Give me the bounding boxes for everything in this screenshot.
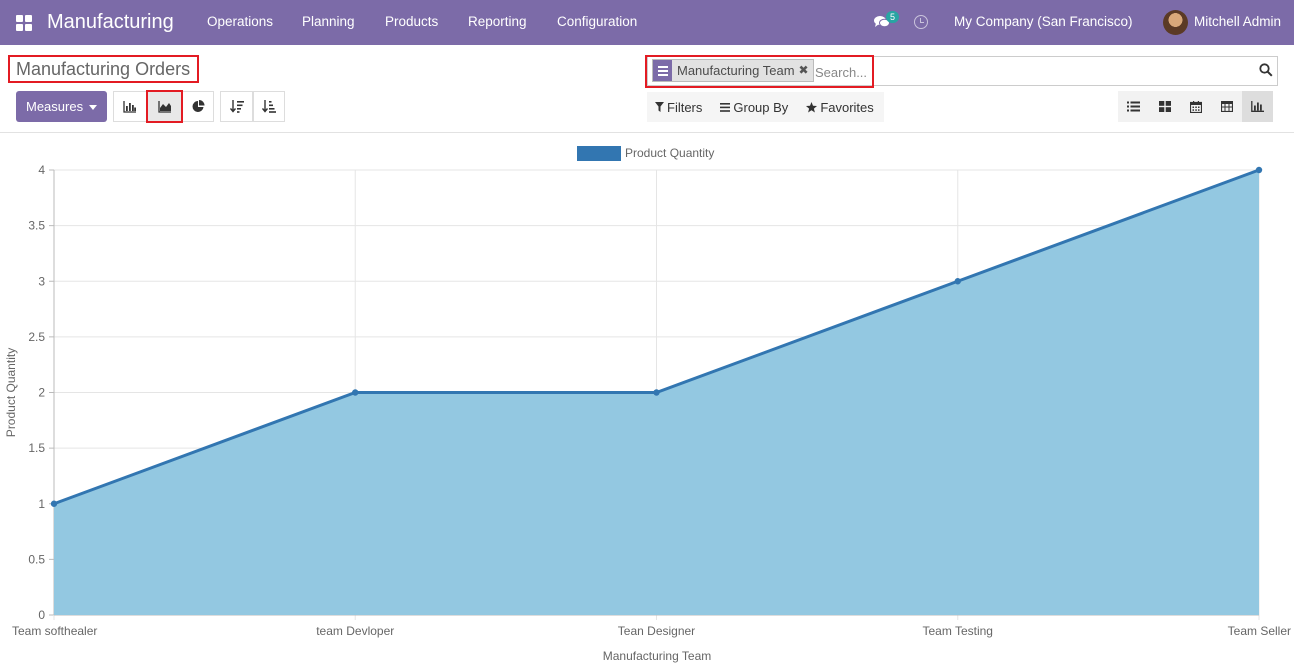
- legend-swatch[interactable]: [577, 146, 621, 161]
- star-icon: [806, 101, 818, 112]
- kanban-view-icon: [1158, 101, 1171, 112]
- y-tick-label: 1.5: [28, 441, 45, 455]
- pie-chart-icon: [192, 100, 204, 112]
- caret-down-icon: [89, 105, 97, 110]
- sort-ascending-icon: [262, 100, 276, 113]
- y-tick-label: 0: [38, 608, 45, 622]
- menu-reporting[interactable]: Reporting: [468, 14, 527, 29]
- sort-descending-icon: [229, 100, 244, 113]
- page-title[interactable]: Manufacturing Orders: [16, 59, 190, 80]
- search-input[interactable]: [815, 63, 1255, 81]
- area-button-highlight-box: [146, 90, 183, 123]
- data-point[interactable]: [1255, 166, 1263, 174]
- graph-view-icon: [1251, 101, 1264, 112]
- activity-clock-icon[interactable]: [914, 15, 928, 29]
- apps-menu-icon[interactable]: [16, 15, 32, 31]
- filters-label: Filters: [667, 99, 703, 115]
- calendar-view-icon: [1189, 100, 1202, 113]
- group-by-button[interactable]: Group By: [720, 100, 788, 115]
- x-tick-label: team Devloper: [316, 624, 394, 638]
- measures-label: Measures: [26, 99, 84, 114]
- pie-chart-button[interactable]: [182, 91, 214, 122]
- favorites-label: Favorites: [820, 99, 874, 115]
- y-tick-label: 4: [38, 163, 45, 177]
- pivot-table-icon: [1220, 101, 1233, 112]
- menu-planning[interactable]: Planning: [302, 14, 355, 29]
- y-tick-label: 3.5: [28, 219, 45, 233]
- y-tick-label: 1: [38, 497, 45, 511]
- favorites-button[interactable]: Favorites: [806, 99, 874, 115]
- company-switcher[interactable]: My Company (San Francisco): [954, 14, 1133, 29]
- pivot-view-button[interactable]: [1211, 91, 1242, 122]
- top-navbar: Manufacturing Operations Planning Produc…: [0, 0, 1294, 45]
- y-tick-label: 2.5: [28, 330, 45, 344]
- filters-button[interactable]: Filters: [655, 100, 702, 115]
- y-tick-label: 0.5: [28, 552, 45, 566]
- search-options-bar: Filters Group By Favorites: [647, 92, 884, 122]
- data-point[interactable]: [352, 389, 359, 396]
- measures-dropdown[interactable]: Measures: [16, 91, 107, 122]
- search-icon[interactable]: [1259, 63, 1273, 77]
- avatar[interactable]: [1163, 10, 1188, 35]
- data-point[interactable]: [653, 389, 660, 396]
- calendar-view-button[interactable]: [1180, 91, 1211, 122]
- sort-ascending-button[interactable]: [253, 91, 285, 122]
- search-highlight-box: [645, 55, 874, 88]
- group-by-icon: [720, 102, 731, 112]
- x-axis-label: Manufacturing Team: [603, 649, 712, 663]
- x-tick-label: Team Seller: [1228, 624, 1291, 638]
- x-tick-label: Team softhealer: [12, 624, 97, 638]
- graph-view-button[interactable]: [1242, 91, 1273, 122]
- view-switcher: [1118, 91, 1273, 122]
- data-point[interactable]: [954, 278, 961, 285]
- bar-chart-icon: [123, 100, 136, 113]
- y-tick-label: 3: [38, 274, 45, 288]
- filter-icon: [655, 102, 664, 112]
- y-tick-label: 2: [38, 386, 45, 400]
- sort-descending-button[interactable]: [220, 91, 253, 122]
- y-axis-label: Product Quantity: [4, 348, 18, 437]
- menu-products[interactable]: Products: [385, 14, 438, 29]
- list-view-icon: [1127, 101, 1140, 112]
- menu-configuration[interactable]: Configuration: [557, 14, 637, 29]
- data-point[interactable]: [50, 500, 58, 507]
- user-menu[interactable]: Mitchell Admin: [1194, 14, 1281, 29]
- group-by-label: Group By: [733, 99, 789, 115]
- list-view-button[interactable]: [1118, 91, 1149, 122]
- app-name[interactable]: Manufacturing: [47, 11, 174, 34]
- kanban-view-button[interactable]: [1149, 91, 1180, 122]
- x-tick-label: Tean Designer: [618, 624, 695, 638]
- bar-chart-button[interactable]: [113, 91, 147, 122]
- menu-operations[interactable]: Operations: [207, 14, 273, 29]
- chat-count-badge: 5: [886, 11, 900, 23]
- legend-label[interactable]: Product Quantity: [625, 146, 714, 160]
- area-chart: 0 0.5 1 1.5 2 2.5 3 3.5 4 Team softhealer team De…: [4, 146, 1291, 663]
- x-tick-label: Team Testing: [923, 624, 993, 638]
- control-panel-divider: [0, 132, 1294, 133]
